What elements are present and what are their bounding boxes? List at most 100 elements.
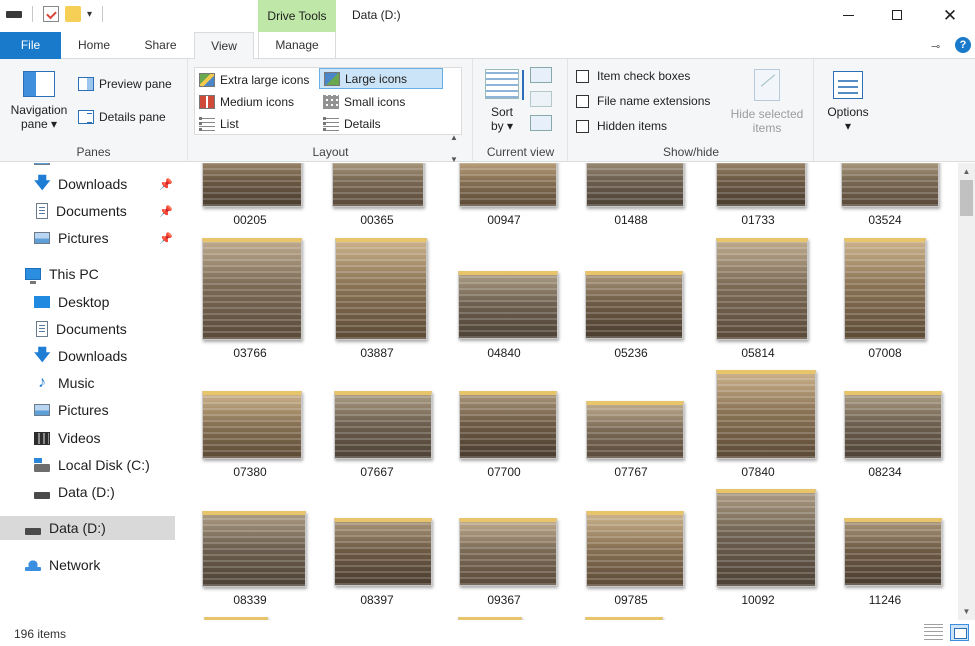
file-name-label: 01733 bbox=[741, 213, 775, 227]
file-name-label: 03887 bbox=[360, 346, 394, 360]
options-button[interactable]: Options ▾ bbox=[818, 71, 878, 133]
ribbon: Navigation pane ▾ Preview pane Details p… bbox=[0, 59, 975, 187]
pictures-icon bbox=[34, 404, 50, 416]
preview-pane-button[interactable]: Preview pane bbox=[78, 77, 172, 91]
tab-home[interactable]: Home bbox=[67, 32, 121, 59]
details-view-icon[interactable] bbox=[924, 624, 943, 641]
file-thumbnail[interactable] bbox=[841, 163, 939, 207]
customize-toolbar-dropdown-icon[interactable]: ▾ bbox=[87, 9, 92, 20]
file-thumbnail[interactable] bbox=[586, 163, 684, 207]
tab-manage[interactable]: Manage bbox=[258, 32, 336, 59]
chevron-up-icon[interactable]: ▲ bbox=[450, 133, 458, 142]
file-thumbnail[interactable] bbox=[202, 391, 302, 459]
large-icons-view-icon[interactable] bbox=[950, 624, 969, 641]
file-name-extensions-label: File name extensions bbox=[597, 94, 711, 108]
vertical-scrollbar[interactable]: ▲ ▼ bbox=[958, 163, 975, 620]
sidebar-item-documents[interactable]: Documents bbox=[0, 317, 175, 341]
sidebar-item-downloads-quick[interactable]: 🡇 Downloads 📌 bbox=[0, 172, 175, 196]
file-thumbnail[interactable] bbox=[585, 271, 683, 339]
file-name-label: 07380 bbox=[233, 465, 267, 479]
scroll-up-icon[interactable]: ▲ bbox=[958, 163, 975, 180]
download-icon: 🡇 bbox=[34, 175, 51, 192]
current-view-group-label: Current view bbox=[486, 145, 555, 159]
file-thumbnail[interactable] bbox=[459, 163, 557, 207]
tab-file[interactable]: File bbox=[0, 32, 61, 59]
layout-details[interactable]: Details bbox=[319, 113, 443, 134]
sidebar-item-desktop[interactable]: Desktop bbox=[0, 290, 175, 314]
sidebar-item-downloads[interactable]: 🡇 Downloads bbox=[0, 344, 175, 368]
file-thumbnail[interactable] bbox=[844, 238, 926, 340]
maximize-button[interactable] bbox=[874, 0, 920, 30]
layout-gallery: Extra large icons Large icons Medium ico… bbox=[194, 67, 462, 135]
file-thumbnail[interactable] bbox=[459, 391, 557, 459]
file-thumbnail[interactable] bbox=[334, 391, 432, 459]
documents-icon bbox=[36, 321, 48, 337]
file-thumbnail[interactable] bbox=[202, 238, 302, 340]
file-thumbnail[interactable] bbox=[586, 401, 684, 459]
file-thumbnail[interactable] bbox=[332, 163, 424, 207]
drive-icon bbox=[34, 491, 50, 499]
hide-selected-items-button[interactable]: Hide selected items bbox=[725, 69, 809, 135]
desktop-icon bbox=[34, 296, 50, 308]
sidebar-item-pictures-quick[interactable]: Pictures 📌 bbox=[0, 226, 175, 250]
pictures-icon bbox=[34, 163, 50, 165]
file-thumbnail[interactable] bbox=[586, 511, 684, 587]
drive-icon[interactable] bbox=[6, 6, 22, 22]
pin-ribbon-icon[interactable]: ⊸ bbox=[931, 40, 940, 53]
file-thumbnail[interactable] bbox=[716, 163, 806, 207]
new-folder-icon[interactable] bbox=[65, 6, 81, 22]
checkbox-box[interactable] bbox=[576, 94, 589, 108]
checkbox-box[interactable] bbox=[576, 69, 589, 83]
file-thumbnail[interactable] bbox=[844, 518, 942, 586]
sort-by-button[interactable]: Sort by ▾ bbox=[480, 69, 524, 133]
sidebar-item-label: Downloads bbox=[58, 176, 128, 192]
layout-extra-large-icons[interactable]: Extra large icons bbox=[195, 69, 319, 90]
file-thumbnail[interactable] bbox=[716, 489, 816, 587]
sidebar-item-pictures[interactable]: Pictures bbox=[0, 398, 175, 422]
file-name-label: 07667 bbox=[360, 465, 394, 479]
file-name-extensions-checkbox[interactable]: File name extensions bbox=[576, 94, 710, 108]
file-thumbnail[interactable] bbox=[716, 238, 808, 340]
sidebar-item-music[interactable]: ♪ Music bbox=[0, 371, 175, 395]
item-check-boxes-label: Item check boxes bbox=[597, 69, 691, 83]
navigation-pane-button[interactable]: Navigation pane ▾ bbox=[6, 71, 72, 131]
file-thumbnail[interactable] bbox=[335, 238, 427, 340]
add-columns-icon[interactable] bbox=[530, 91, 552, 107]
scrollbar-thumb[interactable] bbox=[960, 180, 973, 216]
layout-medium-icons[interactable]: Medium icons bbox=[195, 91, 319, 112]
file-thumbnail[interactable] bbox=[844, 391, 942, 459]
file-name-label: 10092 bbox=[741, 593, 775, 607]
sidebar-item-local-disk-c[interactable]: Local Disk (C:) bbox=[0, 453, 175, 477]
scroll-down-icon[interactable]: ▼ bbox=[958, 603, 975, 620]
minimize-button[interactable] bbox=[825, 0, 871, 30]
file-thumbnail[interactable] bbox=[202, 163, 302, 207]
properties-icon[interactable] bbox=[43, 6, 59, 22]
sidebar-item-this-pc[interactable]: This PC bbox=[0, 262, 175, 286]
hidden-items-checkbox[interactable]: Hidden items bbox=[576, 119, 667, 133]
sidebar-item-partial[interactable] bbox=[0, 163, 175, 171]
file-thumbnail[interactable] bbox=[334, 518, 432, 586]
sidebar-item-network[interactable]: Network bbox=[0, 553, 175, 577]
minimize-icon bbox=[842, 14, 854, 16]
group-by-icon[interactable] bbox=[530, 67, 552, 83]
layout-large-icons[interactable]: Large icons bbox=[319, 68, 443, 89]
file-thumbnail[interactable] bbox=[202, 511, 306, 587]
layout-small-icons[interactable]: Small icons bbox=[319, 91, 443, 112]
layout-list[interactable]: List bbox=[195, 113, 319, 134]
size-columns-icon[interactable] bbox=[530, 115, 552, 131]
tab-view[interactable]: View bbox=[194, 32, 254, 60]
checkbox-box[interactable] bbox=[576, 119, 589, 133]
close-icon: ✕ bbox=[942, 5, 958, 25]
sidebar-item-data-d[interactable]: Data (D:) bbox=[0, 480, 175, 504]
sidebar-item-videos[interactable]: Videos bbox=[0, 426, 175, 450]
tab-share[interactable]: Share bbox=[134, 32, 187, 59]
item-check-boxes-checkbox[interactable]: Item check boxes bbox=[576, 69, 690, 83]
file-thumbnail[interactable] bbox=[458, 271, 558, 339]
sidebar-item-data-d-root[interactable]: Data (D:) bbox=[0, 516, 175, 540]
close-button[interactable]: ✕ bbox=[927, 0, 973, 30]
help-icon[interactable]: ? bbox=[955, 37, 971, 53]
file-thumbnail[interactable] bbox=[716, 370, 816, 459]
sidebar-item-documents-quick[interactable]: Documents 📌 bbox=[0, 199, 175, 223]
file-thumbnail[interactable] bbox=[459, 518, 557, 586]
details-pane-button[interactable]: Details pane bbox=[78, 110, 166, 124]
